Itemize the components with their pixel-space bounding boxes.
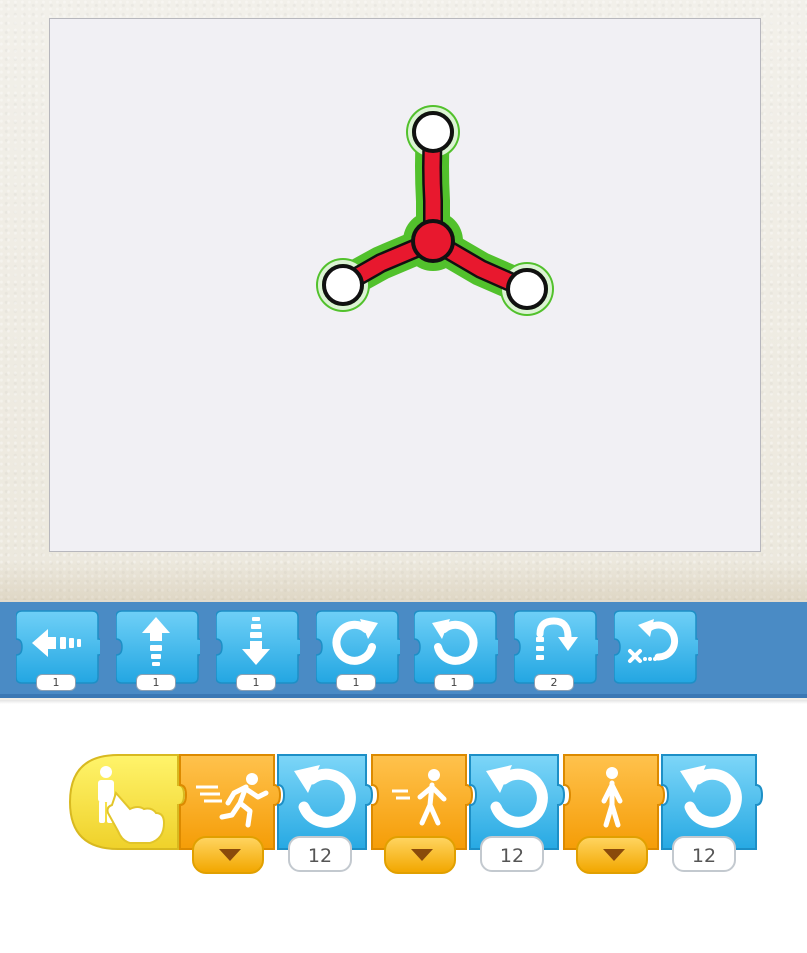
turn-amount-1[interactable]: 12 bbox=[288, 836, 352, 872]
move-up-block[interactable]: 1 bbox=[116, 607, 200, 691]
fidget-spinner-sprite[interactable] bbox=[50, 19, 760, 551]
hop-block[interactable]: 2 bbox=[514, 607, 598, 691]
chevron-down-icon bbox=[603, 849, 625, 861]
chevron-down-icon bbox=[411, 849, 433, 861]
speed-slow-dropdown[interactable] bbox=[576, 836, 648, 874]
turn-amount-2[interactable]: 12 bbox=[480, 836, 544, 872]
reset-block[interactable] bbox=[614, 607, 698, 691]
turn-right-block[interactable]: 1 bbox=[316, 607, 400, 691]
chevron-down-icon bbox=[219, 849, 241, 861]
turn-right-count[interactable]: 1 bbox=[336, 674, 376, 691]
stage-area bbox=[0, 0, 807, 600]
turn-left-count[interactable]: 1 bbox=[434, 674, 474, 691]
tap-trigger-block[interactable] bbox=[68, 753, 186, 853]
stage bbox=[49, 18, 761, 552]
move-up-count[interactable]: 1 bbox=[136, 674, 176, 691]
stage-shadow bbox=[0, 560, 807, 602]
turn-left-block[interactable]: 1 bbox=[414, 607, 498, 691]
hop-count[interactable]: 2 bbox=[534, 674, 574, 691]
move-down-count[interactable]: 1 bbox=[236, 674, 276, 691]
turn-amount-3[interactable]: 12 bbox=[672, 836, 736, 872]
move-left-count[interactable]: 1 bbox=[36, 674, 76, 691]
move-down-block[interactable]: 1 bbox=[216, 607, 300, 691]
speed-fast-dropdown[interactable] bbox=[192, 836, 264, 874]
speed-medium-dropdown[interactable] bbox=[384, 836, 456, 874]
move-left-block[interactable]: 1 bbox=[16, 607, 100, 691]
